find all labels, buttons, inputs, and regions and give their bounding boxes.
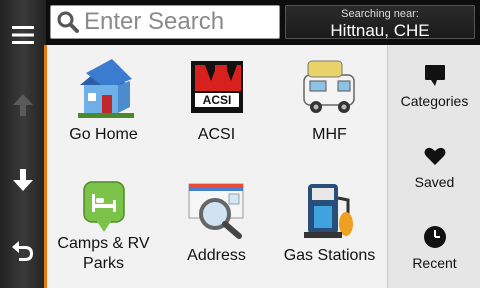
gas-stations-label: Gas Stations bbox=[283, 247, 376, 264]
scroll-up-button[interactable] bbox=[6, 88, 40, 122]
acsi-label: ACSI bbox=[197, 126, 236, 143]
back-arrow-icon bbox=[12, 241, 33, 261]
back-button[interactable] bbox=[6, 233, 40, 267]
gas-stations-button[interactable]: Gas Stations bbox=[273, 166, 386, 287]
right-sidebar: Categories Saved Recent bbox=[387, 45, 480, 288]
envelope-magnifier-icon bbox=[188, 183, 243, 239]
motorhome-icon bbox=[302, 60, 355, 113]
go-home-button[interactable]: Go Home bbox=[47, 45, 160, 166]
mhf-label: MHF bbox=[312, 126, 347, 143]
fuel-pump-icon bbox=[303, 184, 353, 238]
menu-icon bbox=[12, 26, 34, 44]
categories-label: Categories bbox=[400, 93, 469, 109]
categories-button[interactable]: Categories bbox=[388, 45, 480, 126]
search-placeholder: Enter Search bbox=[84, 8, 225, 35]
heart-icon bbox=[424, 147, 445, 165]
house-icon bbox=[77, 59, 134, 118]
saved-label: Saved bbox=[414, 174, 455, 190]
saved-button[interactable]: Saved bbox=[388, 126, 480, 207]
acsi-logo-icon: ACSI bbox=[190, 61, 243, 113]
menu-button[interactable] bbox=[6, 18, 40, 52]
arrow-down-icon bbox=[13, 169, 33, 191]
acsi-button[interactable]: ACSI ACSI bbox=[160, 45, 273, 166]
speech-bubble-icon bbox=[424, 65, 445, 86]
search-icon bbox=[54, 6, 82, 38]
mhf-button[interactable]: MHF bbox=[273, 45, 386, 166]
search-input[interactable]: Enter Search bbox=[50, 5, 280, 39]
arrow-up-icon bbox=[13, 94, 33, 116]
bed-marker-icon bbox=[82, 181, 125, 232]
recent-button[interactable]: Recent bbox=[388, 207, 480, 288]
camps-rv-parks-button[interactable]: Camps & RV Parks bbox=[47, 166, 160, 287]
svg-text:ACSI: ACSI bbox=[202, 93, 231, 107]
left-rail bbox=[0, 0, 46, 288]
scroll-down-button[interactable] bbox=[6, 163, 40, 197]
go-home-label: Go Home bbox=[69, 126, 138, 143]
recent-label: Recent bbox=[412, 255, 457, 271]
clock-icon bbox=[423, 226, 446, 248]
camps-rv-parks-label: Camps & RV Parks bbox=[57, 235, 150, 272]
address-button[interactable]: Address bbox=[160, 166, 273, 287]
search-location-value: Hittnau, CHE bbox=[330, 21, 430, 40]
search-location-button[interactable]: Searching near: Hittnau, CHE bbox=[285, 5, 475, 40]
category-grid: Go Home ACSI ACSI MHF Camps & RV Parks A… bbox=[47, 45, 387, 288]
address-label: Address bbox=[187, 247, 246, 264]
search-location-label: Searching near: bbox=[341, 8, 419, 20]
